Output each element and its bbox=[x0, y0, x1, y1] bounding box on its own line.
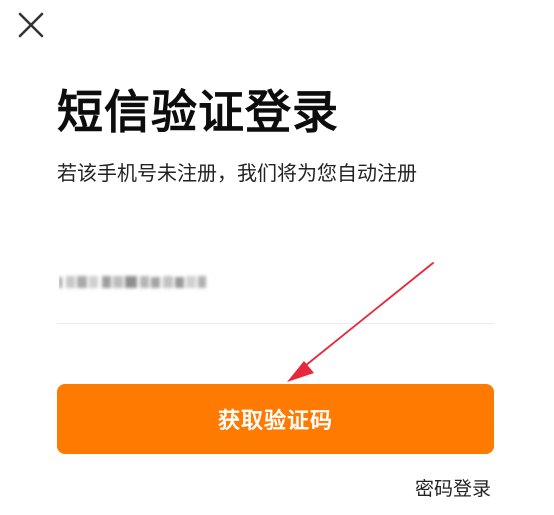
password-login-link[interactable]: 密码登录 bbox=[415, 476, 491, 502]
close-button[interactable] bbox=[14, 8, 48, 42]
login-page: 短信验证登录 若该手机号未注册，我们将为您自动注册 获取验证码 密码登录 bbox=[0, 0, 554, 515]
phone-input[interactable] bbox=[57, 262, 494, 302]
phone-field bbox=[57, 252, 494, 324]
page-subtitle: 若该手机号未注册，我们将为您自动注册 bbox=[57, 161, 417, 185]
page-title: 短信验证登录 bbox=[57, 85, 339, 139]
get-code-button[interactable]: 获取验证码 bbox=[57, 384, 494, 454]
close-icon bbox=[18, 12, 44, 38]
